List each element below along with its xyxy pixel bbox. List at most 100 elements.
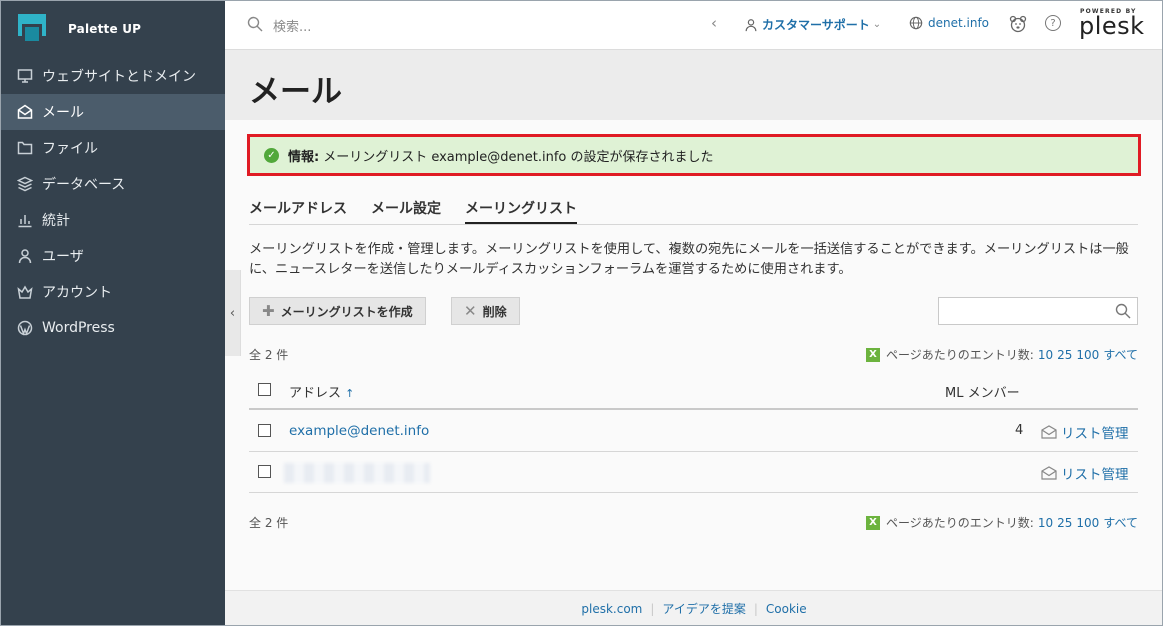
envelope-icon bbox=[1041, 466, 1057, 480]
create-mailing-list-button[interactable]: ✚ メーリングリストを作成 bbox=[249, 297, 426, 325]
tab-mailing-lists[interactable]: メーリングリスト bbox=[465, 198, 577, 224]
plus-icon: ✚ bbox=[262, 302, 275, 320]
redacted-address bbox=[284, 463, 430, 483]
per-page-10[interactable]: 10 bbox=[1038, 348, 1053, 362]
chart-icon bbox=[16, 211, 34, 229]
sidebar-item-label: WordPress bbox=[42, 320, 115, 336]
check-circle-icon: ✓ bbox=[264, 147, 279, 163]
delete-button-label: 削除 bbox=[482, 304, 507, 319]
search-icon[interactable] bbox=[1115, 303, 1131, 323]
monitor-icon bbox=[16, 67, 34, 85]
support-label: カスタマーサポート bbox=[762, 18, 870, 32]
page-title: メール bbox=[249, 74, 342, 110]
user-icon bbox=[745, 18, 757, 31]
select-all-checkbox[interactable] bbox=[258, 383, 271, 396]
per-page-100[interactable]: 100 bbox=[1076, 516, 1099, 530]
sidebar-item-label: ファイル bbox=[42, 141, 98, 157]
sidebar-item-wordpress[interactable]: WordPress bbox=[0, 310, 225, 346]
per-page-100[interactable]: 100 bbox=[1076, 348, 1099, 362]
tab-mail-settings[interactable]: メール設定 bbox=[371, 198, 441, 224]
customer-support-menu[interactable]: カスタマーサポート ⌄ bbox=[744, 16, 881, 33]
footer-link-plesk[interactable]: plesk.com bbox=[573, 602, 650, 616]
domain-label: denet.info bbox=[928, 16, 990, 30]
top-bar: 検索... ‹ カスタマーサポート ⌄ denet.info ? POWERED… bbox=[225, 0, 1163, 50]
manage-list-link[interactable]: リスト管理 bbox=[1041, 422, 1129, 442]
table-row: リスト管理 bbox=[249, 452, 1138, 493]
page-header: メール bbox=[225, 50, 1163, 120]
sidebar-item-label: データベース bbox=[42, 177, 126, 193]
sidebar-item-users[interactable]: ユーザ bbox=[0, 238, 225, 274]
table-header: アドレス ↑ ML メンバー bbox=[249, 370, 1138, 410]
column-members: ML メンバー bbox=[945, 386, 1020, 401]
chevron-left-icon[interactable]: ‹ bbox=[711, 14, 717, 32]
per-page-25[interactable]: 25 bbox=[1057, 516, 1072, 530]
tab-mail-addresses[interactable]: メールアドレス bbox=[249, 198, 347, 224]
folder-icon bbox=[16, 139, 34, 157]
envelope-icon bbox=[16, 103, 34, 121]
database-icon bbox=[16, 175, 34, 193]
column-address[interactable]: アドレス ↑ bbox=[289, 382, 354, 401]
help-icon[interactable]: ? bbox=[1045, 15, 1061, 31]
sort-asc-icon: ↑ bbox=[345, 387, 355, 400]
sidebar-item-databases[interactable]: データベース bbox=[0, 166, 225, 202]
total-count-bottom: 全 2 件 bbox=[249, 516, 289, 530]
alert-prefix: 情報: bbox=[288, 149, 320, 165]
manage-list-link[interactable]: リスト管理 bbox=[1041, 463, 1129, 483]
global-search-input[interactable]: 検索... bbox=[273, 16, 311, 35]
wordpress-icon bbox=[16, 319, 34, 337]
sidebar-item-statistics[interactable]: 統計 bbox=[0, 202, 225, 238]
total-count: 全 2 件 bbox=[249, 348, 289, 362]
search-icon[interactable] bbox=[247, 16, 263, 36]
page-description: メーリングリストを作成・管理します。メーリングリストを使用して、複数の宛先にメー… bbox=[249, 242, 1129, 277]
tab-bar: メールアドレス メール設定 メーリングリスト bbox=[249, 198, 1138, 225]
per-page-all[interactable]: すべて bbox=[1103, 514, 1138, 531]
globe-icon bbox=[909, 16, 923, 30]
domain-link[interactable]: denet.info bbox=[909, 16, 989, 30]
member-count: 4 bbox=[1015, 423, 1024, 438]
export-icon[interactable]: X bbox=[866, 515, 881, 530]
table-row: example@denet.info 4 リスト管理 bbox=[249, 411, 1138, 452]
sidebar-item-label: ユーザ bbox=[42, 249, 84, 265]
delete-button[interactable]: ✕ 削除 bbox=[451, 297, 520, 325]
per-page-25[interactable]: 25 bbox=[1057, 348, 1072, 362]
per-page-label: ページあたりのエントリ数: bbox=[886, 348, 1034, 362]
sidebar-item-websites[interactable]: ウェブサイトとドメイン bbox=[0, 58, 225, 94]
footer-link-ideas[interactable]: アイデアを提案 bbox=[654, 600, 753, 617]
footer: plesk.com | アイデアを提案 | Cookie bbox=[225, 590, 1163, 626]
plesk-logo[interactable]: plesk bbox=[1079, 13, 1145, 39]
user-icon bbox=[16, 247, 34, 265]
sidebar-item-files[interactable]: ファイル bbox=[0, 130, 225, 166]
sidebar: Palette UP ウェブサイトとドメイン メール ファイル データベース 統… bbox=[0, 0, 225, 626]
per-page-label: ページあたりのエントリ数: bbox=[886, 516, 1034, 530]
row-checkbox[interactable] bbox=[258, 424, 271, 437]
create-button-label: メーリングリストを作成 bbox=[280, 304, 413, 319]
sidebar-collapse-button[interactable]: ‹ bbox=[225, 270, 241, 356]
sidebar-item-label: アカウント bbox=[42, 285, 112, 301]
sidebar-item-account[interactable]: アカウント bbox=[0, 274, 225, 310]
export-icon[interactable]: X bbox=[866, 347, 881, 362]
envelope-icon bbox=[1041, 425, 1057, 439]
sidebar-item-mail[interactable]: メール bbox=[0, 94, 225, 130]
list-search-input[interactable] bbox=[938, 297, 1138, 325]
info-alert: ✓ 情報: メーリングリスト example@denet.info の設定が保存… bbox=[247, 134, 1141, 176]
per-page-selector: X ページあたりのエントリ数: 10 25 100 すべて bbox=[866, 346, 1138, 363]
sidebar-item-label: ウェブサイトとドメイン bbox=[42, 69, 196, 85]
alert-message: メーリングリスト example@denet.info の設定が保存されました bbox=[323, 149, 714, 165]
brand-logo bbox=[18, 14, 46, 44]
per-page-all[interactable]: すべて bbox=[1103, 346, 1138, 363]
footer-link-cookie[interactable]: Cookie bbox=[758, 602, 815, 616]
chevron-down-icon: ⌄ bbox=[872, 19, 882, 30]
brand[interactable]: Palette UP bbox=[0, 0, 225, 58]
per-page-selector-bottom: X ページあたりのエントリ数: 10 25 100 すべて bbox=[866, 514, 1138, 531]
brand-name: Palette UP bbox=[68, 22, 142, 36]
close-icon: ✕ bbox=[464, 302, 477, 320]
crown-icon bbox=[16, 283, 34, 301]
sidebar-item-label: 統計 bbox=[42, 213, 70, 229]
bear-icon[interactable] bbox=[1009, 15, 1027, 37]
per-page-10[interactable]: 10 bbox=[1038, 516, 1053, 530]
chevron-left-icon: ‹ bbox=[229, 305, 236, 321]
sidebar-item-label: メール bbox=[42, 105, 84, 121]
main-content: ✓ 情報: メーリングリスト example@denet.info の設定が保存… bbox=[225, 120, 1163, 590]
row-checkbox[interactable] bbox=[258, 465, 271, 478]
mailing-list-address[interactable]: example@denet.info bbox=[289, 423, 429, 439]
